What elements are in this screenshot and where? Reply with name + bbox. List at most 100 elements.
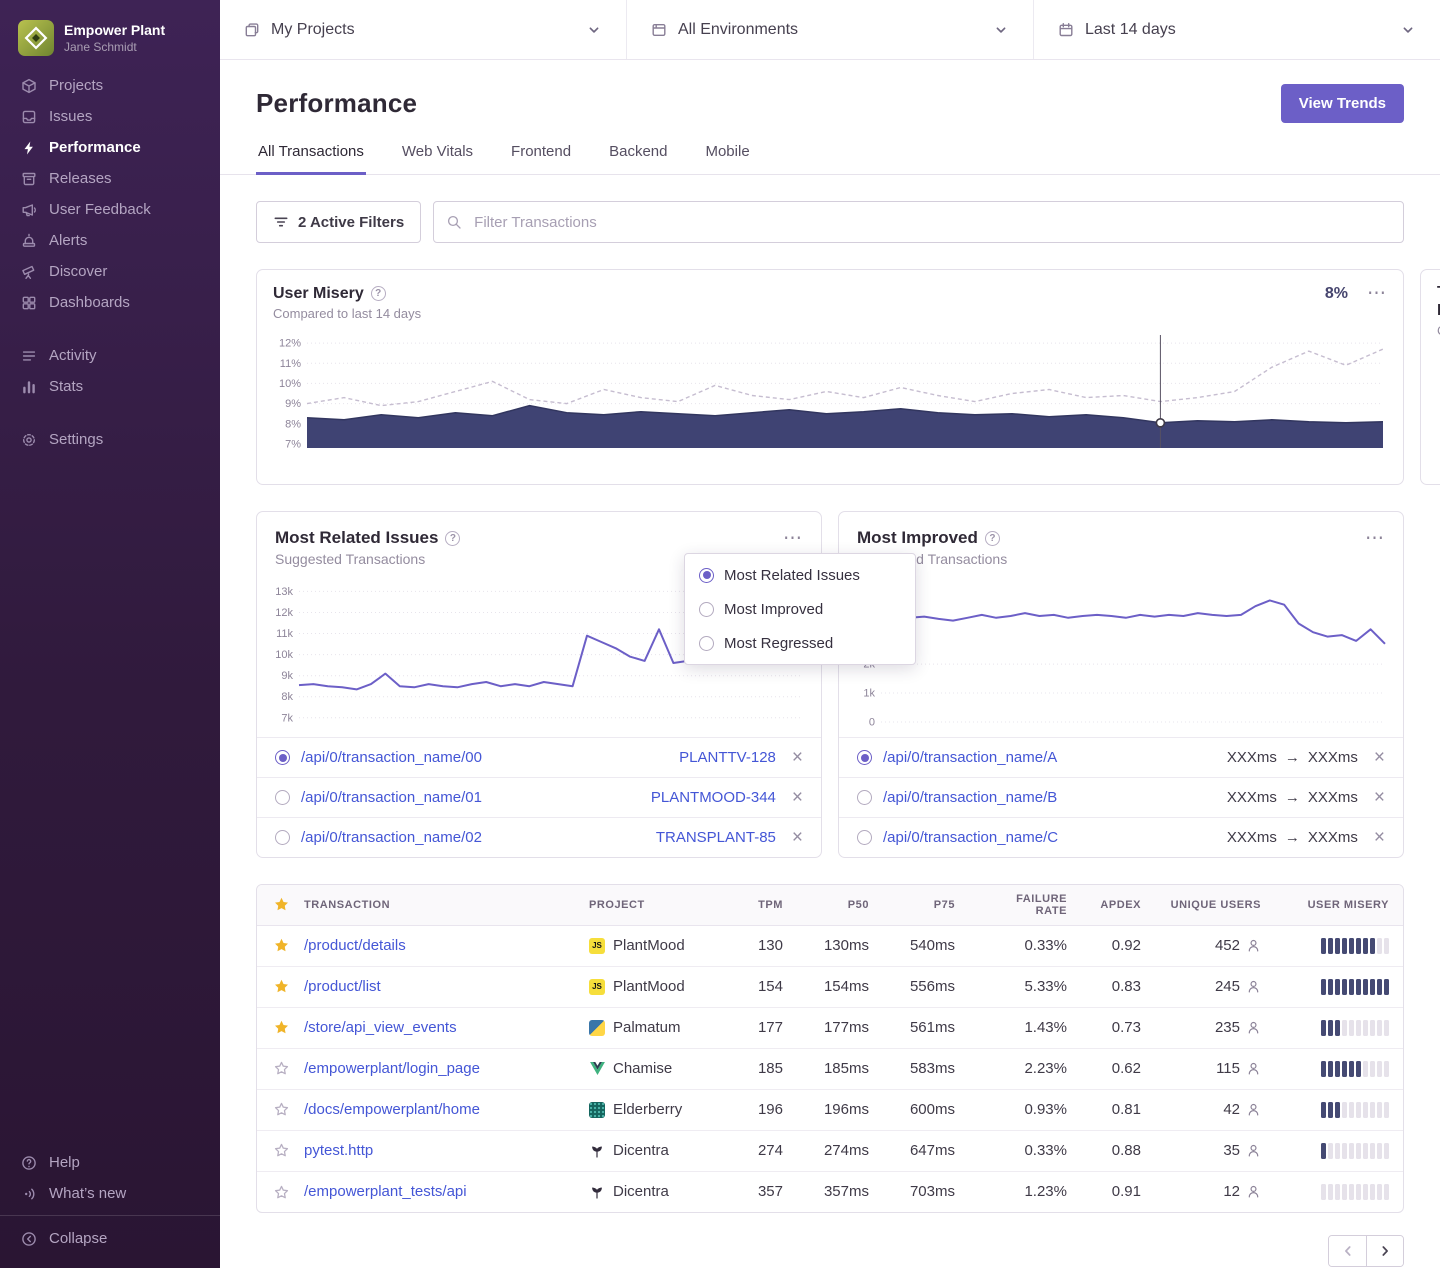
sidebar-item-discover[interactable]: Discover: [0, 256, 220, 287]
sidebar-item-user-feedback[interactable]: User Feedback: [0, 194, 220, 225]
page-content: 2 Active Filters User Misery?8%⋯Compared…: [220, 175, 1440, 1268]
discover-icon: [20, 264, 38, 280]
transaction-link[interactable]: pytest.http: [304, 1142, 373, 1159]
radio-button[interactable]: [275, 830, 290, 845]
star-icon[interactable]: [273, 1142, 290, 1159]
sidebar-item-collapse[interactable]: Collapse: [0, 1223, 220, 1254]
tab-web-vitals[interactable]: Web Vitals: [400, 143, 475, 175]
close-icon[interactable]: ×: [1374, 748, 1385, 767]
transaction-row: /store/api_view_eventsPalmatum177177ms56…: [257, 1007, 1403, 1048]
ellipsis-button[interactable]: ⋯: [1365, 529, 1385, 548]
pages-icon: [244, 22, 260, 38]
column-header-p50[interactable]: P50: [797, 885, 883, 925]
close-icon[interactable]: ×: [792, 748, 803, 767]
active-filters-button[interactable]: 2 Active Filters: [256, 201, 421, 243]
sidebar-item-performance[interactable]: Performance: [0, 132, 220, 163]
all-environments-selector[interactable]: All Environments: [627, 0, 1034, 59]
project-plant-icon: [589, 1184, 605, 1200]
close-icon[interactable]: ×: [1374, 788, 1385, 807]
close-icon[interactable]: ×: [792, 828, 803, 847]
transaction-link[interactable]: /product/list: [304, 978, 381, 995]
column-header-tpm[interactable]: TPM: [725, 885, 797, 925]
star-icon[interactable]: [273, 1060, 290, 1077]
star-icon[interactable]: [273, 896, 290, 913]
help-icon[interactable]: ?: [371, 286, 386, 301]
column-header-project[interactable]: PROJECT: [575, 885, 725, 925]
transaction-link[interactable]: /empowerplant/login_page: [304, 1060, 480, 1077]
tab-backend[interactable]: Backend: [607, 143, 669, 175]
view-trends-button[interactable]: View Trends: [1281, 84, 1404, 123]
column-header-transaction[interactable]: TRANSACTION: [290, 885, 575, 925]
star-icon[interactable]: [273, 1101, 290, 1118]
radio-button: [699, 602, 714, 617]
star-icon[interactable]: [273, 937, 290, 954]
star-icon[interactable]: [273, 1019, 290, 1036]
sidebar-item-help[interactable]: Help: [0, 1147, 220, 1178]
transaction-link[interactable]: /api/0/transaction_name/00: [301, 749, 679, 766]
person-icon: [1246, 1143, 1261, 1158]
last-14-days-selector[interactable]: Last 14 days: [1034, 0, 1440, 59]
radio-button[interactable]: [275, 750, 290, 765]
column-header-unique-users[interactable]: UNIQUE USERS: [1155, 885, 1275, 925]
next-page-button[interactable]: [1366, 1236, 1403, 1266]
org-logo-icon: [18, 20, 54, 56]
my-projects-selector[interactable]: My Projects: [220, 0, 627, 59]
issue-link[interactable]: TRANSPLANT-85: [656, 829, 776, 846]
user-misery-bars: [1321, 1143, 1389, 1159]
tab-all-transactions[interactable]: All Transactions: [256, 143, 366, 175]
column-header-p75[interactable]: P75: [883, 885, 969, 925]
user-misery-bars: [1321, 938, 1389, 954]
column-header-user-misery[interactable]: USER MISERY: [1275, 885, 1403, 925]
menu-item-most-regressed[interactable]: Most Regressed: [685, 626, 915, 660]
transaction-link[interactable]: /product/details: [304, 937, 406, 954]
tab-mobile[interactable]: Mobile: [703, 143, 751, 175]
search-icon: [446, 214, 462, 230]
star-icon[interactable]: [273, 978, 290, 995]
issue-link[interactable]: PLANTMOOD-344: [651, 789, 776, 806]
sidebar-item-dashboards[interactable]: Dashboards: [0, 287, 220, 318]
radio-button[interactable]: [857, 830, 872, 845]
sidebar-item-stats[interactable]: Stats: [0, 371, 220, 402]
transaction-link[interactable]: /docs/empowerplant/home: [304, 1101, 480, 1118]
prev-page-button[interactable]: [1329, 1236, 1366, 1266]
help-icon[interactable]: ?: [445, 531, 460, 546]
sidebar-item-projects[interactable]: Projects: [0, 70, 220, 101]
page-title: Performance: [256, 88, 417, 119]
star-icon[interactable]: [273, 1184, 290, 1201]
column-header-apdex[interactable]: APDEX: [1081, 885, 1155, 925]
transaction-link[interactable]: /empowerplant_tests/api: [304, 1183, 467, 1200]
sidebar-item-alerts[interactable]: Alerts: [0, 225, 220, 256]
radio-button[interactable]: [857, 790, 872, 805]
close-icon[interactable]: ×: [1374, 828, 1385, 847]
ellipsis-button[interactable]: ⋯: [783, 529, 803, 548]
transaction-link[interactable]: /store/api_view_events: [304, 1019, 457, 1036]
menu-item-most-improved[interactable]: Most Improved: [685, 592, 915, 626]
menu-item-most-related-issues[interactable]: Most Related Issues: [685, 558, 915, 592]
sidebar-item-releases[interactable]: Releases: [0, 163, 220, 194]
radio-button: [699, 636, 714, 651]
transaction-filter-input[interactable]: [433, 201, 1404, 243]
ellipsis-button[interactable]: ⋯: [1367, 284, 1387, 303]
radio-button[interactable]: [857, 750, 872, 765]
sidebar-item-activity[interactable]: Activity: [0, 340, 220, 371]
transaction-link[interactable]: /api/0/transaction_name/02: [301, 829, 656, 846]
column-header-failure-rate[interactable]: FAILURE RATE: [969, 885, 1081, 925]
svg-text:0: 0: [869, 717, 875, 729]
sidebar-item-issues[interactable]: Issues: [0, 101, 220, 132]
transaction-row: /empowerplant/login_pageChamise185185ms5…: [257, 1048, 1403, 1089]
card-value: 8%: [1325, 285, 1348, 303]
sidebar-item-what-s-new[interactable]: What’s new: [0, 1178, 220, 1209]
failure-rate-value: 5.33%: [969, 966, 1081, 1007]
org-switcher[interactable]: Empower Plant Jane Schmidt: [0, 18, 220, 70]
issue-link[interactable]: PLANTTV-128: [679, 749, 776, 766]
radio-button[interactable]: [275, 790, 290, 805]
svg-text:7%: 7%: [285, 439, 301, 451]
transaction-link[interactable]: /api/0/transaction_name/A: [883, 749, 1227, 766]
sidebar-item-settings[interactable]: Settings: [0, 424, 220, 455]
transaction-link[interactable]: /api/0/transaction_name/01: [301, 789, 651, 806]
close-icon[interactable]: ×: [792, 788, 803, 807]
help-icon[interactable]: ?: [985, 531, 1000, 546]
tab-frontend[interactable]: Frontend: [509, 143, 573, 175]
transaction-link[interactable]: /api/0/transaction_name/C: [883, 829, 1227, 846]
transaction-link[interactable]: /api/0/transaction_name/B: [883, 789, 1227, 806]
